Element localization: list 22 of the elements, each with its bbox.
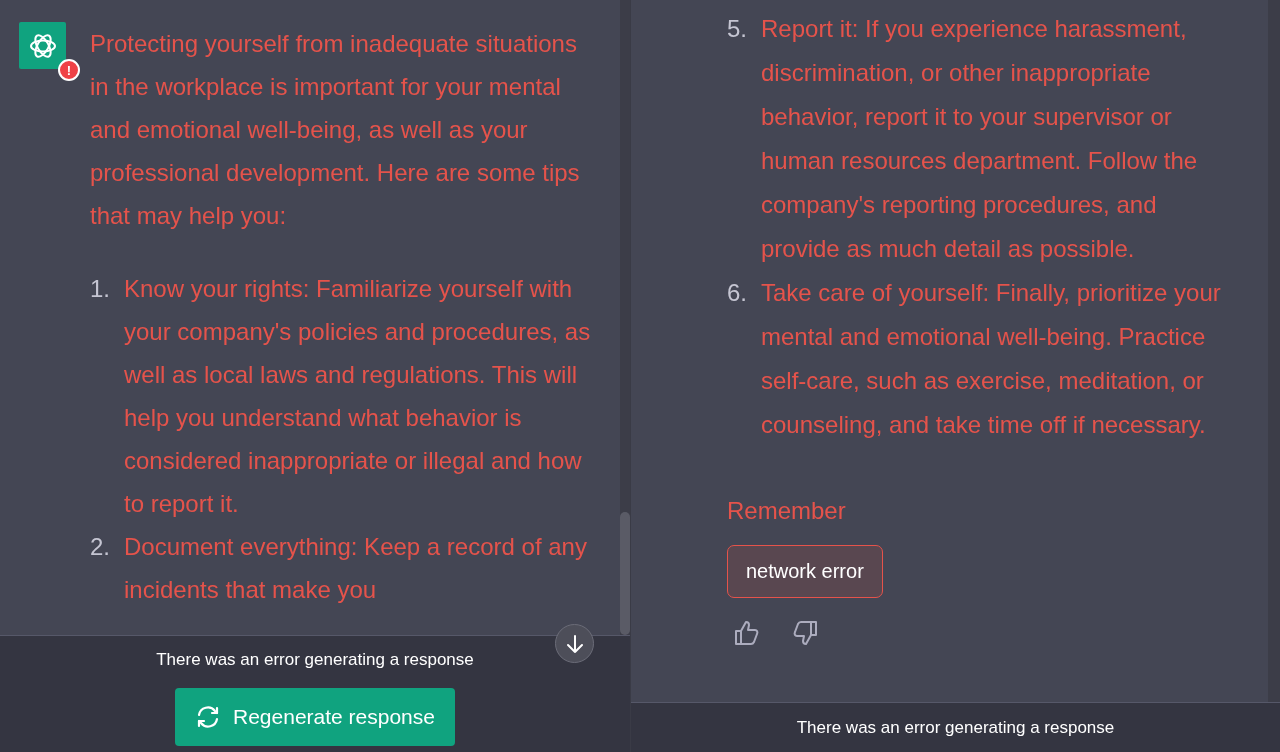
network-error-message: network error <box>727 545 883 598</box>
list-item-text: Document everything: Keep a record of any incidents that make you <box>124 532 588 605</box>
list-number: 2. <box>90 532 111 562</box>
scrollbar[interactable] <box>620 0 630 635</box>
error-status-text: There was an error generating a response <box>156 650 474 670</box>
regenerate-button[interactable]: Regenerate response <box>175 688 455 746</box>
refresh-icon <box>195 705 221 729</box>
list-item-text: Report it: If you experience harassment, discrimination, or other inappropriate behavior, report it to your supervisor or human resources department. Follow the company's reporting procedures, and provide as much detail as possible. <box>761 14 1199 264</box>
list-number: 6. <box>727 278 748 308</box>
assistant-logo-icon <box>19 22 66 69</box>
list-item-text: Know your rights: Familiarize yourself with your company's policies and procedures, as well as local laws and regulations. This will help you understand what behavior is considered inappropriate or illegal and how to report it. <box>124 274 592 519</box>
list-number: 5. <box>727 14 748 44</box>
error-badge: ! <box>58 59 80 81</box>
scrollbar[interactable] <box>1268 0 1280 702</box>
thumbs-up-icon[interactable] <box>734 620 760 646</box>
list-number: 1. <box>90 274 111 304</box>
list-item-text: Take care of yourself: Finally, prioritize your mental and emotional well-being. Practice self-care, such as exercise, meditation, or counseling, and take time off if necessary. <box>761 278 1222 440</box>
message-paragraph: Protecting yourself from inadequate situations in the workplace is important for your mental and emotional well-being, as well as your professional development. Here are some tips that may help you: <box>90 29 581 231</box>
error-status-text: There was an error generating a response <box>796 717 1115 738</box>
thumbs-down-icon[interactable] <box>792 620 818 646</box>
message-text: Remember <box>727 496 847 526</box>
arrow-down-icon <box>565 633 584 654</box>
